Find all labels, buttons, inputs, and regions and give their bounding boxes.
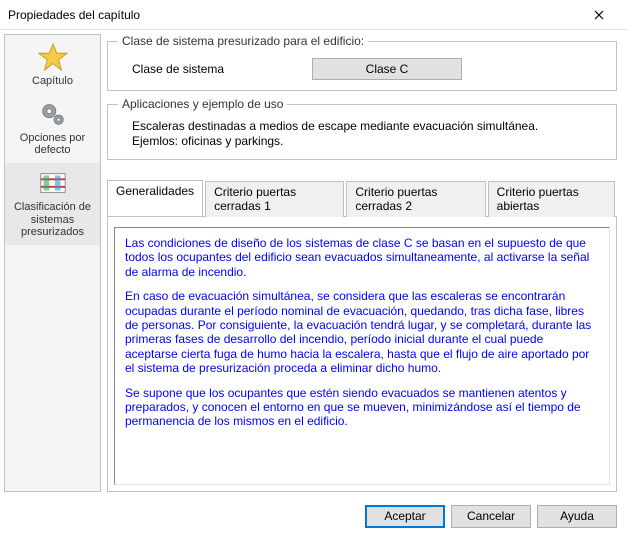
description-textarea[interactable]: Las condiciones de diseño de los sistema… (114, 227, 610, 485)
apps-line1: Escaleras destinadas a medios de escape … (132, 119, 606, 134)
tab-cerradas-1[interactable]: Criterio puertas cerradas 1 (205, 181, 344, 217)
group-apps: Aplicaciones y ejemplo de uso Escaleras … (107, 97, 617, 160)
close-icon (594, 10, 604, 20)
classification-icon (37, 167, 69, 199)
paragraph: Las condiciones de diseño de los sistema… (125, 236, 599, 279)
tab-cerradas-2[interactable]: Criterio puertas cerradas 2 (346, 181, 485, 217)
close-button[interactable] (579, 0, 619, 30)
accept-button[interactable]: Aceptar (365, 505, 445, 528)
cancel-button[interactable]: Cancelar (451, 505, 531, 528)
sidebar-item-label: Clasificación de sistemas presurizados (7, 201, 98, 239)
tab-generalidades[interactable]: Generalidades (107, 180, 203, 216)
window-title: Propiedades del capítulo (8, 8, 579, 22)
gears-icon (37, 98, 69, 130)
sidebar-item-label: Opciones por defecto (7, 132, 98, 157)
sidebar-item-clasificacion[interactable]: Clasificación de sistemas presurizados (5, 163, 100, 245)
class-label: Clase de sistema (132, 62, 312, 76)
class-button[interactable]: Clase C (312, 58, 462, 80)
sidebar-item-label: Capítulo (32, 75, 73, 88)
sidebar: Capítulo Opciones por defecto (4, 34, 101, 492)
paragraph: Se supone que los ocupantes que estén si… (125, 386, 599, 429)
sidebar-item-opciones[interactable]: Opciones por defecto (5, 94, 100, 163)
titlebar: Propiedades del capítulo (0, 0, 627, 30)
tab-abiertas[interactable]: Criterio puertas abiertas (488, 181, 615, 217)
tab-panel: Las condiciones de diseño de los sistema… (107, 216, 617, 492)
group-class-legend: Clase de sistema presurizado para el edi… (118, 34, 368, 48)
sidebar-item-capitulo[interactable]: Capítulo (5, 37, 100, 94)
star-icon (37, 41, 69, 73)
paragraph: En caso de evacuación simultánea, se con… (125, 289, 599, 375)
tabstrip: Generalidades Criterio puertas cerradas … (107, 180, 617, 216)
group-apps-legend: Aplicaciones y ejemplo de uso (118, 97, 287, 111)
dialog-footer: Aceptar Cancelar Ayuda (0, 496, 627, 536)
group-class: Clase de sistema presurizado para el edi… (107, 34, 617, 91)
help-button[interactable]: Ayuda (537, 505, 617, 528)
apps-line2: Ejemlos: oficinas y parkings. (132, 134, 606, 149)
